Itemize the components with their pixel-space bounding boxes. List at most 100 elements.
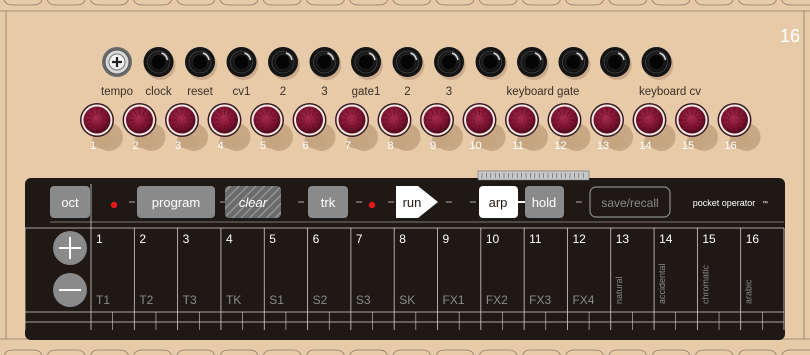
knob-number: 2 — [132, 140, 138, 152]
top-edge — [3, 0, 810, 6]
octave-up-button[interactable] — [53, 231, 87, 265]
step-knob[interactable]: 10 — [462, 103, 506, 152]
edge-notch — [46, 349, 86, 355]
step-knob[interactable]: 14 — [632, 103, 676, 152]
edge-notch — [306, 349, 345, 355]
step-knob[interactable]: 15 — [675, 103, 718, 152]
step-knob[interactable]: 8 — [377, 103, 421, 152]
edge-notch — [694, 0, 734, 6]
step-knob[interactable]: 13 — [590, 103, 633, 152]
edge-notch — [3, 0, 43, 6]
edge-notch — [435, 0, 475, 6]
key-number: 8 — [399, 232, 406, 246]
edge-notch — [349, 349, 388, 355]
program-button[interactable]: program — [137, 186, 215, 218]
jack-label: tempo — [101, 86, 133, 98]
edge-notch — [219, 0, 259, 6]
trk-button[interactable]: trk — [308, 186, 348, 218]
key-label: FX2 — [486, 293, 508, 307]
cv-jack[interactable] — [351, 47, 383, 80]
keyboard-gate-label: keyboard gate — [507, 86, 580, 98]
edge-notch — [219, 349, 259, 355]
cv-jack[interactable] — [143, 47, 176, 80]
knob-number: 7 — [345, 140, 351, 152]
key-label: S2 — [313, 293, 328, 307]
oct-button[interactable]: oct — [50, 186, 90, 218]
step-knob[interactable]: 4 — [207, 103, 251, 152]
key-label: FX1 — [443, 293, 465, 307]
cv-jack[interactable] — [268, 47, 300, 80]
cv-jack[interactable] — [600, 47, 632, 80]
clear-button-label: clear — [239, 195, 268, 210]
step-knob[interactable]: 6 — [292, 103, 336, 152]
key-number: 14 — [659, 232, 673, 246]
cv-jack[interactable] — [434, 47, 466, 80]
knob-number: 11 — [512, 140, 523, 152]
cv-jack[interactable] — [641, 47, 674, 80]
step-knob[interactable]: 5 — [250, 103, 293, 152]
key-label: TK — [226, 293, 241, 307]
step-knob[interactable]: 16 — [717, 103, 761, 152]
tempo-knob[interactable] — [102, 47, 132, 77]
hold-button-label: hold — [532, 195, 557, 210]
edge-notch — [781, 349, 810, 355]
edge-notch — [90, 349, 129, 355]
run-button-label: run — [403, 195, 422, 210]
edge-notch — [522, 349, 561, 355]
cv-jack[interactable] — [309, 47, 342, 80]
knob-number: 3 — [175, 140, 181, 152]
save-recall-label: save/recall — [601, 196, 658, 210]
knob-number: 8 — [387, 140, 393, 152]
step-knob[interactable]: 9 — [420, 103, 463, 152]
edge-notch — [565, 349, 604, 355]
knob-number: 13 — [597, 140, 609, 152]
arp-hold-bar — [477, 170, 590, 181]
cv-jack[interactable] — [475, 47, 508, 80]
trk-button-label: trk — [321, 195, 336, 210]
knob-number: 5 — [260, 140, 266, 152]
arp-button[interactable]: arp — [479, 186, 518, 218]
step-knob[interactable]: 3 — [165, 103, 208, 152]
key-number: 9 — [443, 232, 450, 246]
clear-button[interactable]: clear — [225, 186, 281, 218]
edge-notch — [608, 0, 648, 6]
oct-button-label: oct — [61, 195, 79, 210]
key-label: T3 — [183, 293, 197, 307]
panel-number: 16 — [780, 26, 800, 46]
cv-jack[interactable] — [185, 47, 217, 80]
knob-number: 1 — [90, 140, 96, 152]
key-number: 15 — [702, 232, 716, 246]
step-knob[interactable]: 1 — [80, 103, 123, 152]
step-knob[interactable]: 7 — [335, 103, 378, 152]
octave-down-button[interactable] — [53, 273, 87, 307]
cv-jack[interactable] — [392, 47, 425, 80]
edge-notch — [90, 0, 129, 6]
key-number: 1 — [96, 232, 103, 246]
jack-labels: tempo clock reset cv1 2 3 gate1 2 3 — [101, 86, 452, 98]
edge-notch — [133, 349, 172, 355]
cv-jack[interactable] — [226, 47, 259, 80]
edge-notch — [651, 349, 691, 355]
jack-label: 2 — [404, 86, 410, 98]
edge-notch — [262, 0, 302, 6]
panel-svg: 16 tempo clock reset cv1 2 3 gate1 2 3 keyboard … — [0, 0, 810, 355]
edge-notch — [392, 349, 432, 355]
cv-jack[interactable] — [558, 47, 591, 80]
arp-button-label: arp — [489, 195, 508, 210]
edge-notch — [392, 0, 432, 6]
jack-label: cv1 — [233, 86, 251, 98]
jack-label: 3 — [321, 86, 327, 98]
step-knob[interactable]: 12 — [547, 103, 591, 152]
edge-notch — [738, 349, 777, 355]
edge-notch — [306, 0, 345, 6]
jack-label: 2 — [280, 86, 286, 98]
edge-notch — [522, 0, 561, 6]
step-knob[interactable]: 2 — [122, 103, 166, 152]
hold-button[interactable]: hold — [525, 186, 564, 218]
cv-jack[interactable] — [517, 47, 549, 80]
key-number: 12 — [572, 232, 586, 246]
edge-notch — [478, 349, 518, 355]
step-knob[interactable]: 11 — [505, 103, 548, 152]
synth-panel: 16 tempo clock reset cv1 2 3 gate1 2 3 keyboard … — [0, 0, 810, 355]
knob-number: 16 — [724, 140, 736, 152]
